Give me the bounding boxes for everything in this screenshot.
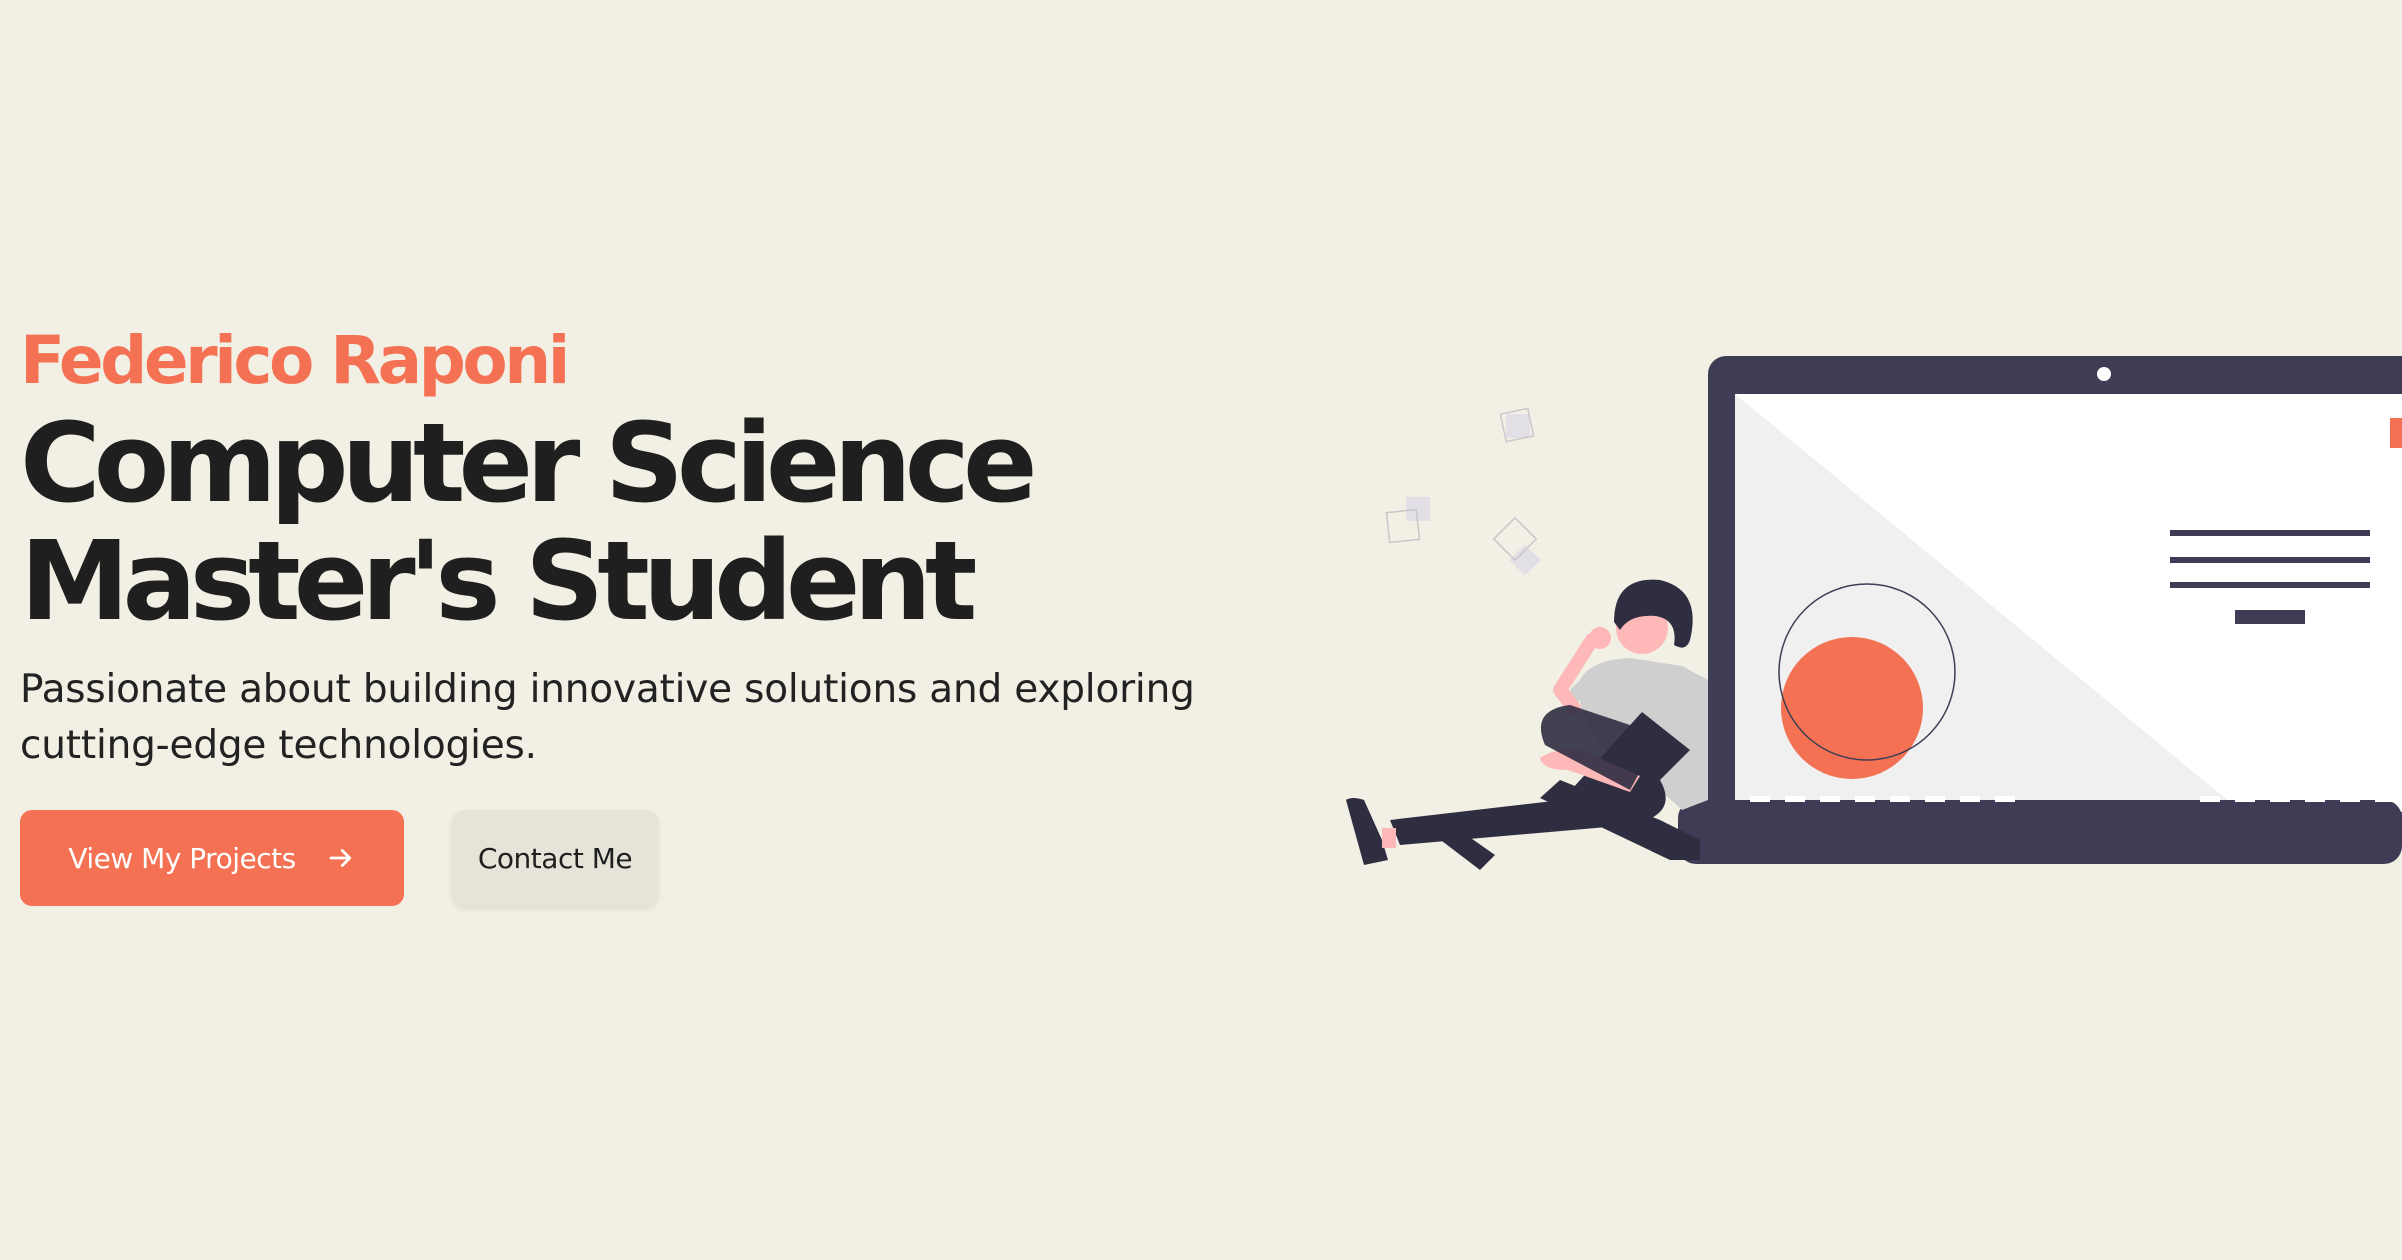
- hero-section: Federico Raponi Computer Science Master'…: [0, 0, 2402, 1260]
- floating-squares: [1385, 407, 1541, 576]
- screen-text-block: [2235, 610, 2305, 624]
- laptop-base: [1678, 800, 2402, 864]
- view-projects-button[interactable]: View My Projects: [20, 810, 404, 906]
- hero-description-line-2: cutting-edge technologies.: [20, 723, 537, 768]
- arrow-right-icon: [329, 849, 351, 867]
- hero-text: Federico Raponi Computer Science Master'…: [20, 318, 1270, 774]
- floating-square: [1506, 414, 1530, 438]
- hero-title: Computer Science Master's Student: [20, 404, 1270, 640]
- person-hand: [1589, 627, 1611, 649]
- screen-orange-circle: [1781, 637, 1923, 779]
- person-ankle: [1382, 828, 1396, 848]
- hero-illustration: [1346, 356, 2402, 870]
- contact-me-button[interactable]: Contact Me: [452, 810, 658, 906]
- hero-description-line-1: Passionate about building innovative sol…: [20, 667, 1195, 712]
- hero-buttons: View My Projects Contact Me: [20, 810, 658, 906]
- view-projects-label: View My Projects: [68, 841, 296, 875]
- person: [1346, 579, 1708, 870]
- hero-title-line-1: Computer Science: [20, 399, 1038, 527]
- hero-description: Passionate about building innovative sol…: [20, 662, 1270, 774]
- laptop: [1678, 356, 2402, 864]
- contact-me-label: Contact Me: [477, 841, 633, 875]
- screen-accent: [2390, 418, 2402, 448]
- floating-square: [1406, 497, 1430, 521]
- person-shoe-back: [1346, 798, 1388, 865]
- laptop-camera: [2097, 367, 2111, 381]
- author-name: Federico Raponi: [20, 322, 570, 399]
- hero-title-line-2: Master's Student: [20, 517, 977, 645]
